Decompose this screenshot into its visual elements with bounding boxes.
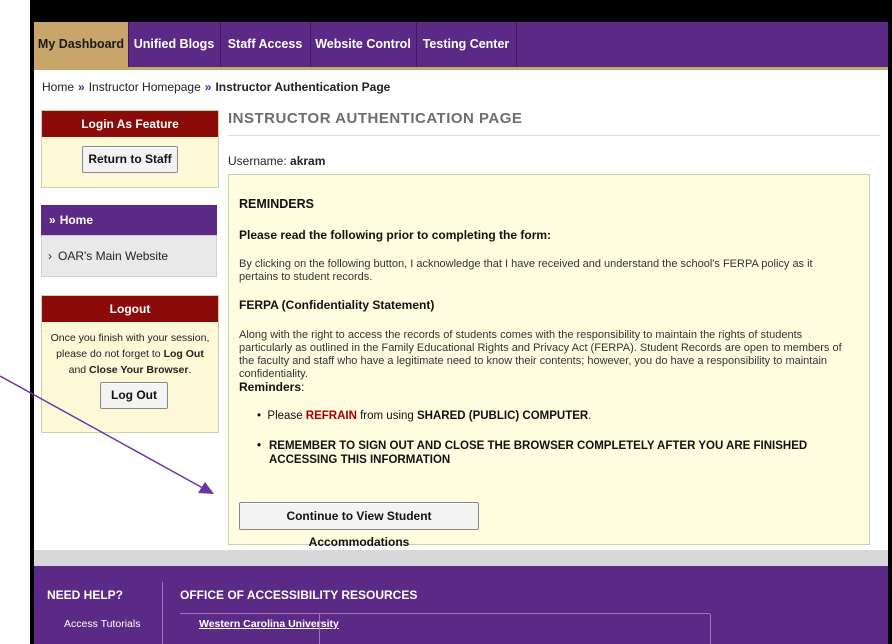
need-help-heading: NEED HELP? bbox=[47, 588, 124, 602]
logout-text-line: and bbox=[68, 364, 90, 376]
bullet-text: from using bbox=[356, 410, 417, 422]
logout-box: Logout Once you finish with your session… bbox=[41, 295, 219, 433]
logout-text-line: please do not forget to bbox=[56, 348, 164, 360]
bullet-dot: • bbox=[257, 440, 262, 452]
breadcrumb-current: Instructor Authentication Page bbox=[215, 80, 391, 94]
bullet-dot: • bbox=[257, 410, 268, 422]
logout-instructions: Once you finish with your session, pleas… bbox=[48, 330, 212, 378]
sidebar-item-oar-main-website[interactable]: › OAR's Main Website bbox=[41, 235, 217, 277]
page-title: INSTRUCTOR AUTHENTICATION PAGE bbox=[228, 110, 523, 127]
reminders-label: Reminders bbox=[239, 380, 302, 394]
tab-testing-center[interactable]: Testing Center bbox=[416, 22, 517, 67]
login-as-feature-box: Login As Feature Return to Staff bbox=[41, 110, 219, 188]
username-line: Username: akram bbox=[228, 154, 325, 168]
reminder-bullet-2: • REMEMBER TO SIGN OUT AND CLOSE THE BROW… bbox=[257, 439, 857, 467]
return-to-staff-button[interactable]: Return to Staff bbox=[82, 146, 178, 173]
footer-vertical-divider bbox=[710, 614, 711, 644]
footer: NEED HELP? OFFICE OF ACCESSIBILITY RESOU… bbox=[34, 566, 888, 644]
acknowledge-text: By clicking on the following button, I a… bbox=[239, 258, 813, 283]
title-divider bbox=[228, 135, 880, 136]
reminder-bullet-1: • Please REFRAIN from using SHARED (PUBL… bbox=[257, 410, 591, 422]
bullet-sign-out-text: REMEMBER TO SIGN OUT AND CLOSE THE BROWS… bbox=[269, 440, 808, 466]
bullet-period: . bbox=[588, 410, 592, 422]
footer-vertical-divider bbox=[162, 582, 163, 644]
tab-unified-blogs[interactable]: Unified Blogs bbox=[128, 22, 221, 67]
tab-my-dashboard[interactable]: My Dashboard bbox=[34, 22, 129, 67]
sidebar-link-label: OAR's Main Website bbox=[58, 249, 169, 263]
footer-divider-bar bbox=[34, 550, 888, 566]
logout-text-bold: Close Your Browser bbox=[89, 364, 189, 376]
breadcrumb-separator: » bbox=[204, 80, 212, 94]
sidebar-item-home[interactable]: » Home bbox=[41, 205, 217, 235]
ferpa-text: Along with the right to access the recor… bbox=[239, 329, 842, 380]
tab-website-control[interactable]: Website Control bbox=[310, 22, 417, 67]
read-prompt: Please read the following prior to compl… bbox=[239, 228, 552, 242]
top-nav: My Dashboard Unified Blogs Staff Access … bbox=[34, 22, 888, 67]
bullet-refrain: REFRAIN bbox=[305, 410, 357, 422]
wcu-link[interactable]: Western Carolina University bbox=[199, 618, 339, 630]
logout-text-period: . bbox=[188, 364, 192, 376]
log-out-button[interactable]: Log Out bbox=[100, 382, 168, 409]
reminders-heading: REMINDERS bbox=[239, 197, 315, 211]
username-value: akram bbox=[290, 154, 326, 168]
logout-text-bold: Log Out bbox=[163, 348, 204, 360]
breadcrumb: Home» Instructor Homepage» Instructor Auth… bbox=[42, 80, 390, 94]
reminders-panel: REMINDERS Please read the following prio… bbox=[228, 174, 870, 549]
reminders-subheading: Reminders: bbox=[239, 380, 304, 394]
login-as-feature-title: Login As Feature bbox=[42, 111, 218, 137]
chevron-double-down-icon: » bbox=[49, 213, 56, 227]
ferpa-heading: FERPA (Confidentiality Statement) bbox=[239, 298, 435, 312]
sidebar-home-label: Home bbox=[59, 213, 94, 227]
logout-title: Logout bbox=[42, 296, 218, 322]
breadcrumb-separator: » bbox=[78, 80, 85, 94]
continue-to-view-accommodations-button[interactable]: Continue to View Student Accommodations bbox=[239, 502, 479, 549]
access-tutorials-link[interactable]: Access Tutorials bbox=[64, 618, 140, 630]
chevron-right-icon: › bbox=[48, 249, 52, 263]
footer-vertical-divider bbox=[319, 614, 320, 644]
logout-text-line: Once you finish with your session, bbox=[50, 332, 210, 344]
page: My Dashboard Unified Blogs Staff Access … bbox=[34, 22, 888, 644]
reminders-colon: : bbox=[301, 380, 305, 394]
username-label: Username: bbox=[228, 154, 291, 168]
breadcrumb-home[interactable]: Home bbox=[42, 80, 74, 94]
bullet-text: Please bbox=[267, 410, 306, 422]
office-heading: OFFICE OF ACCESSIBILITY RESOURCES bbox=[180, 588, 418, 602]
tab-staff-access[interactable]: Staff Access bbox=[220, 22, 311, 67]
breadcrumb-instructor-homepage[interactable]: Instructor Homepage bbox=[89, 80, 201, 94]
footer-horizontal-divider bbox=[180, 613, 710, 614]
bullet-shared-computer: SHARED (PUBLIC) COMPUTER bbox=[416, 410, 589, 422]
nav-underline bbox=[34, 67, 888, 70]
